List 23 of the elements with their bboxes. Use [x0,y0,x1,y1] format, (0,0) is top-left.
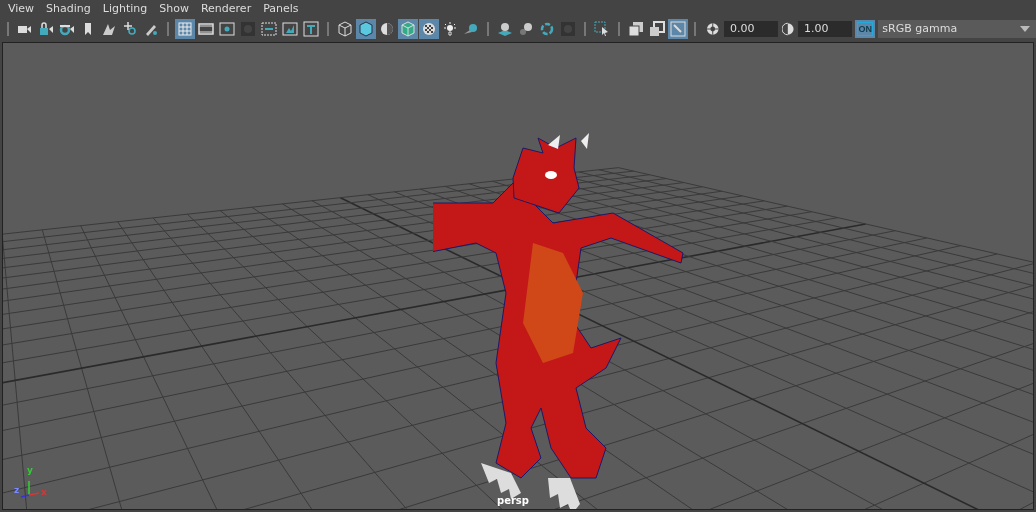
textured-cube-icon[interactable] [397,18,418,39]
gamma-field[interactable]: 1.00 [797,20,853,37]
menu-item[interactable]: Panels [257,2,305,16]
menu-item[interactable]: Renderer [194,2,258,16]
viewport[interactable]: y z x persp [2,41,1034,510]
checker-icon[interactable] [418,18,439,39]
shaded-cube-icon[interactable] [355,18,376,39]
exposure-field[interactable]: 0.00 [724,20,779,37]
menu-item[interactable]: Lighting [96,2,154,16]
axis-label: x [41,486,47,497]
caret-icon [1020,25,1031,32]
gamma-icon[interactable] [782,20,794,37]
aperture-icon[interactable] [704,20,721,37]
grid-icon[interactable] [174,18,195,39]
axis-label: z [14,484,20,495]
view-transform-dropdown[interactable]: sRGB gamma [878,19,1036,38]
camera-label: persp [497,494,529,506]
pen-frame-icon[interactable] [667,18,688,39]
axis-label: y [27,464,33,475]
menu-item[interactable]: Shading [40,2,97,16]
menu-item[interactable]: View [2,2,41,16]
title-safe-icon[interactable] [300,18,321,39]
menu-item[interactable]: Show [153,2,195,16]
